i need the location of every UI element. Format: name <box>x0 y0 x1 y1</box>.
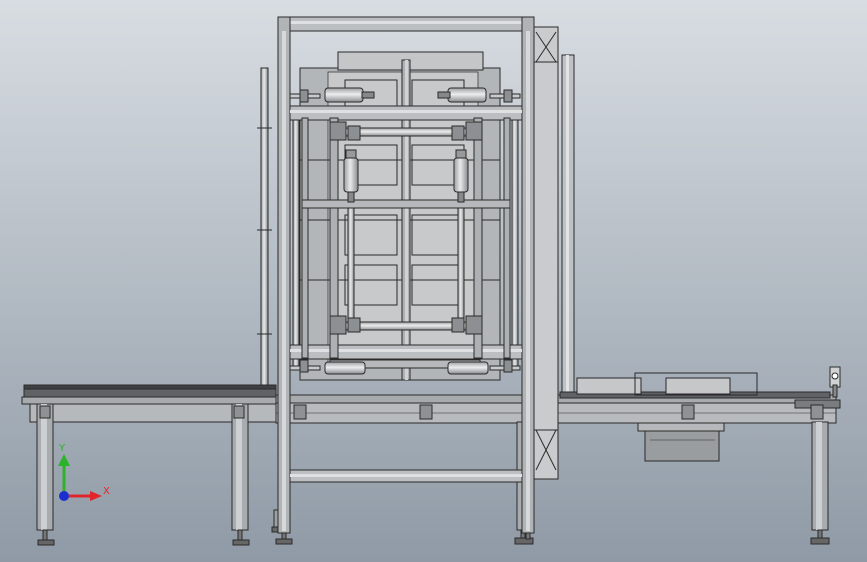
right-truss <box>533 26 559 480</box>
y-axis-label: Y <box>59 443 66 454</box>
x-axis-label: X <box>103 486 110 497</box>
control-box <box>637 422 725 462</box>
cad-viewport[interactable]: Y X <box>0 0 867 562</box>
z-axis-dot <box>59 491 69 501</box>
cad-scene <box>0 0 867 562</box>
right-side-plate <box>561 54 575 396</box>
